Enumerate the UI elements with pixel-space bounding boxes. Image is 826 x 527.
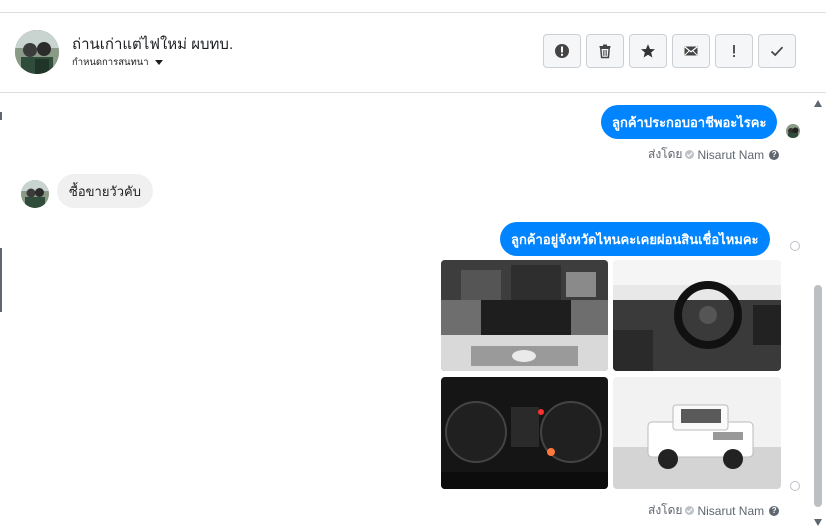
scroll-up-arrow-icon[interactable] — [814, 100, 822, 107]
spam-button[interactable] — [715, 34, 753, 68]
mail-icon — [684, 46, 698, 56]
incoming-message[interactable]: ซื้อขายวัวคับ — [57, 174, 153, 208]
scroll-thumb[interactable] — [814, 285, 822, 507]
checkmark-icon — [770, 46, 784, 57]
message-text: ลูกค้าประกอบอาชีพอะไรคะ — [612, 114, 767, 130]
sent-by-prefix: ส่งโดย — [648, 503, 683, 517]
sender-avatar — [786, 124, 800, 138]
panel-edge-tick — [0, 112, 2, 120]
check-circle-icon — [685, 150, 695, 159]
mark-unread-button[interactable] — [672, 34, 710, 68]
delete-button[interactable] — [586, 34, 624, 68]
conversation-actions — [543, 34, 796, 68]
conversation-schedule-dropdown[interactable]: กำหนดการสนทนา — [72, 55, 163, 70]
help-icon[interactable]: ? — [769, 505, 780, 516]
delivered-status-icon — [790, 241, 800, 251]
outgoing-message[interactable]: ลูกค้าอยู่จังหวัดไหนคะเคยผ่อนสินเชื่อไหม… — [500, 222, 770, 256]
message-text: ลูกค้าอยู่จังหวัดไหนคะเคยผ่อนสินเชื่อไหม… — [511, 231, 759, 247]
help-icon[interactable]: ? — [769, 149, 780, 160]
photo-instrument-cluster[interactable] — [441, 377, 608, 489]
conversation-title: ถ่านเก่าแต่ไฟใหม่ ผบทบ. — [72, 36, 234, 53]
conversation-header: ถ่านเก่าแต่ไฟใหม่ ผบทบ. กำหนดการสนทนา — [0, 13, 826, 93]
photo-white-pickup[interactable] — [613, 377, 781, 489]
star-button[interactable] — [629, 34, 667, 68]
conversation-subtitle: กำหนดการสนทนา — [72, 57, 149, 68]
sent-by-prefix: ส่งโดย — [648, 147, 683, 161]
outgoing-message[interactable]: ลูกค้าประกอบอาชีพอะไรคะ — [601, 105, 778, 139]
report-button[interactable] — [543, 34, 581, 68]
caret-down-icon — [154, 60, 163, 65]
photo-steering-wheel[interactable] — [613, 260, 781, 371]
report-icon — [555, 44, 569, 58]
exclamation-icon — [733, 45, 735, 57]
delivered-status-icon — [790, 481, 800, 491]
scroll-down-arrow-icon[interactable] — [814, 519, 822, 526]
trash-icon — [599, 44, 611, 59]
message-text: ซื้อขายวัวคับ — [69, 183, 141, 199]
sent-by-name[interactable]: Nisarut Nam — [697, 504, 764, 518]
contact-avatar[interactable] — [15, 30, 59, 74]
message-scrollbar[interactable] — [810, 95, 826, 527]
sent-by-label: ส่งโดย Nisarut Nam ? — [648, 501, 780, 520]
mark-done-button[interactable] — [758, 34, 796, 68]
contact-message-avatar[interactable] — [21, 180, 49, 208]
check-circle-icon — [685, 506, 695, 515]
photo-engine-bay[interactable] — [441, 260, 608, 371]
inbox-conversation-panel: ถ่านเก่าแต่ไฟใหม่ ผบทบ. กำหนดการสนทนา ลู… — [0, 0, 826, 527]
sent-by-name[interactable]: Nisarut Nam — [697, 148, 764, 162]
sent-by-label: ส่งโดย Nisarut Nam ? — [648, 145, 780, 164]
star-icon — [641, 44, 655, 58]
panel-edge-handle[interactable] — [0, 248, 2, 312]
